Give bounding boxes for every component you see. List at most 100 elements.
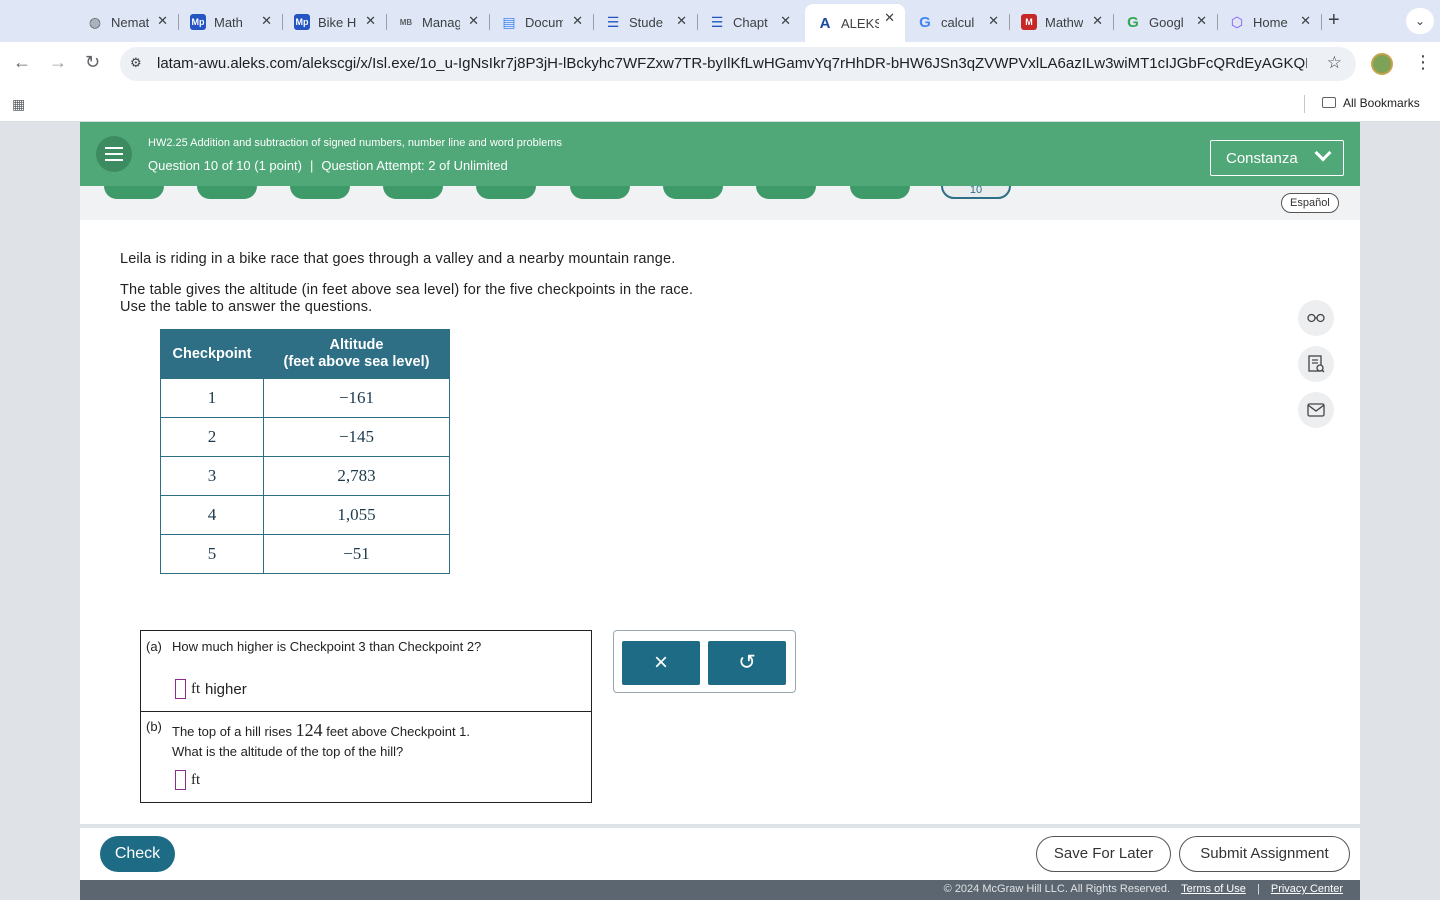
browser-tab[interactable]: Mp Bike H ✕ xyxy=(282,7,387,37)
question-info: Question 10 of 10 (1 point) | Question Att… xyxy=(148,158,508,173)
clear-answer-button[interactable]: × xyxy=(622,641,700,685)
tab-close-icon[interactable]: ✕ xyxy=(1300,13,1311,29)
table-row: 2 −145 xyxy=(160,417,450,457)
menu-hamburger-icon[interactable] xyxy=(96,136,132,172)
bookmark-star-icon[interactable]: ☆ xyxy=(1327,53,1342,73)
ebook-button[interactable] xyxy=(1298,346,1334,382)
answer-tools: × ↺ xyxy=(613,630,796,693)
checkpoint-cell: 4 xyxy=(160,495,264,535)
tab-close-icon[interactable]: ✕ xyxy=(1092,13,1103,29)
user-name: Constanza xyxy=(1226,150,1298,167)
browser-tab[interactable]: Gcalcul ✕ xyxy=(905,7,1010,37)
table-row: 1 −161 xyxy=(160,378,450,418)
tab-close-icon[interactable]: ✕ xyxy=(261,13,272,29)
altitude-cell: 2,783 xyxy=(263,456,450,496)
bookmarks-bar: ▦ All Bookmarks xyxy=(0,86,1440,122)
spanish-language-button[interactable]: Español xyxy=(1281,193,1339,213)
terms-of-use-link[interactable]: Terms of Use xyxy=(1181,883,1246,895)
tab-favicon-icon: M xyxy=(1021,14,1037,30)
browser-tab[interactable]: ⬡ Home ✕ xyxy=(1217,7,1322,37)
aleks-page: HW2.25 Addition and subtraction of signe… xyxy=(80,122,1360,900)
table-row: 4 1,055 xyxy=(160,495,450,535)
tab-title: Mathw xyxy=(1045,14,1083,30)
save-for-later-button[interactable]: Save For Later xyxy=(1036,836,1171,872)
checkpoint-cell: 3 xyxy=(160,456,264,496)
new-tab-button[interactable]: + xyxy=(1328,9,1340,32)
tab-favicon-icon: Mp xyxy=(190,14,206,30)
message-instructor-button[interactable] xyxy=(1298,392,1334,428)
envelope-icon xyxy=(1307,403,1325,417)
part-b-label: (b) xyxy=(146,719,162,734)
part-b-question-line2: What is the altitude of the top of the h… xyxy=(172,744,404,759)
tab-close-icon[interactable]: ✕ xyxy=(468,13,479,29)
browser-tab[interactable]: M Mathw ✕ xyxy=(1009,7,1114,37)
answer-area: (a) How much higher is Checkpoint 3 than… xyxy=(140,630,592,803)
browser-tab[interactable]: MB Manag ✕ xyxy=(386,7,490,37)
tab-favicon-icon: ▤ xyxy=(502,13,516,30)
tab-close-icon[interactable]: ✕ xyxy=(157,13,168,29)
user-menu-button[interactable]: Constanza xyxy=(1210,140,1344,176)
tab-title: Bike H xyxy=(318,14,356,30)
tab-favicon-icon: ☰ xyxy=(710,13,724,30)
browser-tab[interactable]: ☰ Stude ✕ xyxy=(593,7,698,37)
question-nav-button[interactable]: 10 xyxy=(941,186,1011,199)
browser-tab[interactable]: ▤ Docum ✕ xyxy=(489,7,594,37)
tab-search-chevron-icon[interactable]: ⌄ xyxy=(1406,8,1434,34)
checkpoint-cell: 5 xyxy=(160,534,264,574)
question-nav-button[interactable] xyxy=(197,186,257,199)
reload-icon[interactable]: ↻ xyxy=(85,52,100,73)
undo-button[interactable]: ↺ xyxy=(708,641,786,685)
part-a-answer-input[interactable] xyxy=(175,679,186,699)
part-a: (a) How much higher is Checkpoint 3 than… xyxy=(141,631,591,712)
tab-close-icon[interactable]: ✕ xyxy=(676,13,687,29)
all-bookmarks-button[interactable]: All Bookmarks xyxy=(1322,96,1420,110)
site-settings-icon[interactable]: ⚙ xyxy=(130,55,142,71)
chevron-down-icon xyxy=(1314,144,1332,162)
copyright-bar: © 2024 McGraw Hill LLC. All Rights Reser… xyxy=(80,880,1360,900)
question-nav-button[interactable] xyxy=(850,186,910,199)
tab-close-icon[interactable]: ✕ xyxy=(365,13,376,29)
browser-tab[interactable]: ◍ Nemat ✕ xyxy=(75,7,179,37)
question-label: Question 10 of 10 (1 point) xyxy=(148,158,302,173)
tab-title: Googl xyxy=(1149,14,1184,30)
submit-assignment-button[interactable]: Submit Assignment xyxy=(1179,836,1350,872)
reading-glasses-button[interactable] xyxy=(1298,300,1334,336)
question-navigation: 10 xyxy=(80,186,1360,220)
part-a-question: How much higher is Checkpoint 3 than Che… xyxy=(172,639,482,654)
browser-tab[interactable]: ☰ Chapt ✕ xyxy=(697,7,801,37)
tab-close-icon[interactable]: ✕ xyxy=(988,13,999,29)
question-nav-button[interactable] xyxy=(104,186,164,199)
apps-grid-icon[interactable]: ▦ xyxy=(12,96,25,113)
browser-tab-bar: ◍ Nemat ✕ Mp Math ✕ Mp Bike H ✕ MB Manag ✕ ▤ Docum ✕ ☰ S… xyxy=(0,0,1440,42)
question-nav-button[interactable] xyxy=(570,186,630,199)
privacy-center-link[interactable]: Privacy Center xyxy=(1271,883,1343,895)
tab-title: Nemat xyxy=(111,14,149,30)
question-nav-button[interactable] xyxy=(756,186,816,199)
problem-line-2: The table gives the altitude (in feet ab… xyxy=(120,282,694,298)
url-text[interactable]: latam-awu.aleks.com/alekscgi/x/Isl.exe/1… xyxy=(157,55,1307,72)
check-button[interactable]: Check xyxy=(100,836,175,872)
question-nav-button[interactable] xyxy=(383,186,443,199)
forward-arrow-icon[interactable]: → xyxy=(49,52,67,73)
part-a-label: (a) xyxy=(146,639,162,654)
back-arrow-icon[interactable]: ← xyxy=(13,52,31,73)
tab-close-icon[interactable]: ✕ xyxy=(884,10,895,26)
tab-title: Stude xyxy=(629,14,663,30)
browser-tab[interactable]: A ALEKS ✕ xyxy=(805,4,905,42)
part-b-answer-input[interactable] xyxy=(175,770,186,790)
browser-tab[interactable]: Mp Math ✕ xyxy=(178,7,283,37)
question-nav-button[interactable] xyxy=(290,186,350,199)
profile-avatar[interactable] xyxy=(1371,53,1393,75)
tab-close-icon[interactable]: ✕ xyxy=(572,13,583,29)
browser-toolbar: ← → ↻ ⚙ latam-awu.aleks.com/alekscgi/x/I… xyxy=(0,42,1440,86)
address-bar[interactable]: ⚙ latam-awu.aleks.com/alekscgi/x/Isl.exe… xyxy=(120,47,1356,81)
browser-menu-icon[interactable]: ⋮ xyxy=(1414,52,1432,73)
question-nav-button[interactable] xyxy=(476,186,536,199)
browser-tab[interactable]: G Googl ✕ xyxy=(1113,7,1218,37)
altitude-cell: −161 xyxy=(263,378,450,418)
tab-close-icon[interactable]: ✕ xyxy=(1196,13,1207,29)
question-nav-button[interactable] xyxy=(663,186,723,199)
tab-close-icon[interactable]: ✕ xyxy=(780,13,791,29)
altitude-cell: −145 xyxy=(263,417,450,457)
attempt-label: Question Attempt: 2 of Unlimited xyxy=(321,158,508,173)
